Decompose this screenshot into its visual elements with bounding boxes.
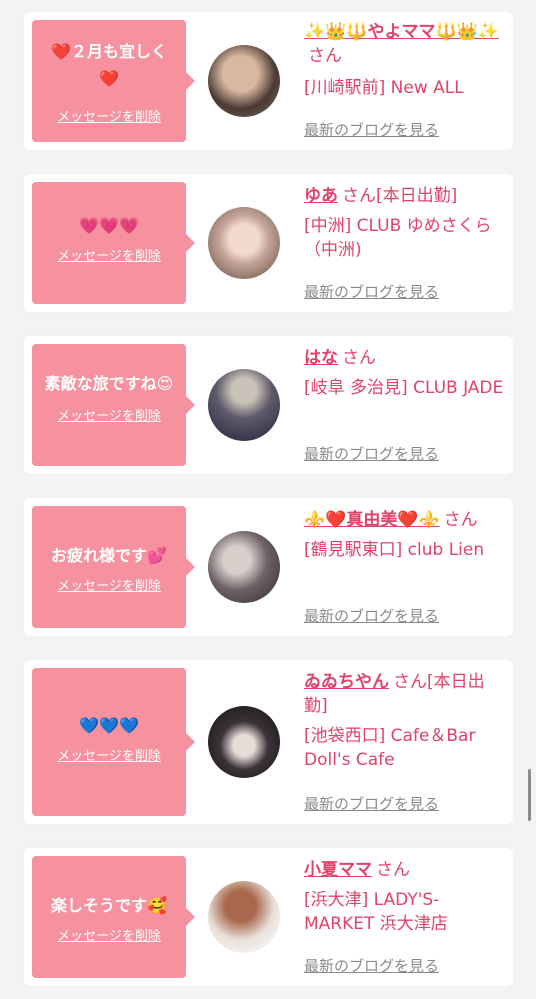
name-suffix: さん	[376, 860, 410, 880]
message-text: 楽しそうです🥰	[51, 896, 167, 915]
delete-message-link[interactable]: メッセージを削除	[57, 925, 161, 944]
latest-blog-link[interactable]: 最新のブログを見る	[304, 281, 439, 302]
message-card: ❤️２月も宜しく❤️ メッセージを削除 ✨👑🔱やよママ🔱👑✨ さん [川崎駅前] …	[24, 12, 513, 150]
card-info: ゆあ さん[本日出勤] [中洲] CLUB ゆめさくら（中洲)	[304, 184, 504, 262]
store-text: [鶴見駅東口] club Lien	[304, 540, 485, 560]
delete-message-link[interactable]: メッセージを削除	[57, 745, 161, 764]
store-text: [岐阜 多治見] CLUB JADE	[304, 378, 504, 398]
name-suffix: さん	[308, 46, 342, 66]
message-card: 素敵な旅ですね😍 メッセージを削除 はな さん [岐阜 多治見] CLUB JAD…	[24, 336, 513, 474]
card-info: はな さん [岐阜 多治見] CLUB JADE	[304, 346, 504, 400]
card-info: 小夏ママ さん [浜大津] LADY'S-MARKET 浜大津店	[304, 858, 504, 936]
message-bubble: 楽しそうです🥰 メッセージを削除	[32, 856, 195, 978]
sender-name-link[interactable]: はな	[304, 348, 338, 368]
message-card: 💙💙💙 メッセージを削除 ゐゐちやん さん[本日出勤] [池袋西口] Cafe＆B…	[24, 660, 513, 824]
delete-message-link[interactable]: メッセージを削除	[57, 245, 161, 264]
message-bubble: お疲れ様です💕 メッセージを削除	[32, 506, 195, 628]
sender-name-link[interactable]: ゐゐちやん	[304, 672, 389, 692]
avatar[interactable]	[208, 881, 280, 953]
message-bubble: 💗💗💗 メッセージを削除	[32, 182, 195, 304]
latest-blog-link[interactable]: 最新のブログを見る	[304, 119, 439, 140]
avatar[interactable]	[208, 531, 280, 603]
scrollbar[interactable]	[528, 769, 531, 821]
message-card: 楽しそうです🥰 メッセージを削除 小夏ママ さん [浜大津] LADY'S-MAR…	[24, 848, 513, 986]
latest-blog-link[interactable]: 最新のブログを見る	[304, 955, 439, 976]
card-info: ゐゐちやん さん[本日出勤] [池袋西口] Cafe＆Bar Doll's Caf…	[304, 670, 504, 772]
store-text: [浜大津] LADY'S-MARKET 浜大津店	[304, 890, 448, 934]
sender-name-link[interactable]: 小夏ママ	[304, 860, 372, 880]
message-list: ❤️２月も宜しく❤️ メッセージを削除 ✨👑🔱やよママ🔱👑✨ さん [川崎駅前] …	[0, 0, 536, 999]
message-card: 💗💗💗 メッセージを削除 ゆあ さん[本日出勤] [中洲] CLUB ゆめさくら（…	[24, 174, 513, 312]
store-text: [川崎駅前] New ALL	[304, 78, 464, 98]
avatar[interactable]	[208, 45, 280, 117]
message-bubble: 素敵な旅ですね😍 メッセージを削除	[32, 344, 195, 466]
delete-message-link[interactable]: メッセージを削除	[57, 405, 161, 424]
latest-blog-link[interactable]: 最新のブログを見る	[304, 793, 439, 814]
name-suffix: さん[本日出勤]	[342, 186, 458, 206]
message-bubble: ❤️２月も宜しく❤️ メッセージを削除	[32, 20, 195, 142]
message-bubble: 💙💙💙 メッセージを削除	[32, 668, 195, 816]
delete-message-link[interactable]: メッセージを削除	[57, 575, 161, 594]
message-card: お疲れ様です💕 メッセージを削除 ⚜️❤️真由美❤️⚜️ さん [鶴見駅東口] c…	[24, 498, 513, 636]
sender-name-link[interactable]: ⚜️❤️真由美❤️⚜️	[304, 510, 440, 530]
latest-blog-link[interactable]: 最新のブログを見る	[304, 443, 439, 464]
message-text: 💙💙💙	[79, 716, 139, 735]
name-suffix: さん	[443, 510, 478, 530]
latest-blog-link[interactable]: 最新のブログを見る	[304, 605, 439, 626]
delete-message-link[interactable]: メッセージを削除	[57, 106, 161, 125]
name-suffix: さん	[342, 348, 376, 368]
message-text: ❤️２月も宜しく❤️	[51, 42, 167, 88]
sender-name-link[interactable]: ゆあ	[304, 186, 338, 206]
message-text: 💗💗💗	[79, 216, 139, 235]
store-text: [中洲] CLUB ゆめさくら（中洲)	[304, 216, 492, 260]
card-info: ⚜️❤️真由美❤️⚜️ さん [鶴見駅東口] club Lien	[304, 508, 504, 562]
avatar[interactable]	[208, 369, 280, 441]
avatar[interactable]	[208, 706, 280, 778]
avatar[interactable]	[208, 207, 280, 279]
sender-name-link[interactable]: ✨👑🔱やよママ🔱👑✨	[304, 22, 499, 42]
message-text: お疲れ様です💕	[51, 546, 167, 565]
store-text: [池袋西口] Cafe＆Bar Doll's Cafe	[304, 726, 476, 770]
message-text: 素敵な旅ですね😍	[44, 374, 174, 393]
card-info: ✨👑🔱やよママ🔱👑✨ さん [川崎駅前] New ALL	[304, 20, 504, 100]
